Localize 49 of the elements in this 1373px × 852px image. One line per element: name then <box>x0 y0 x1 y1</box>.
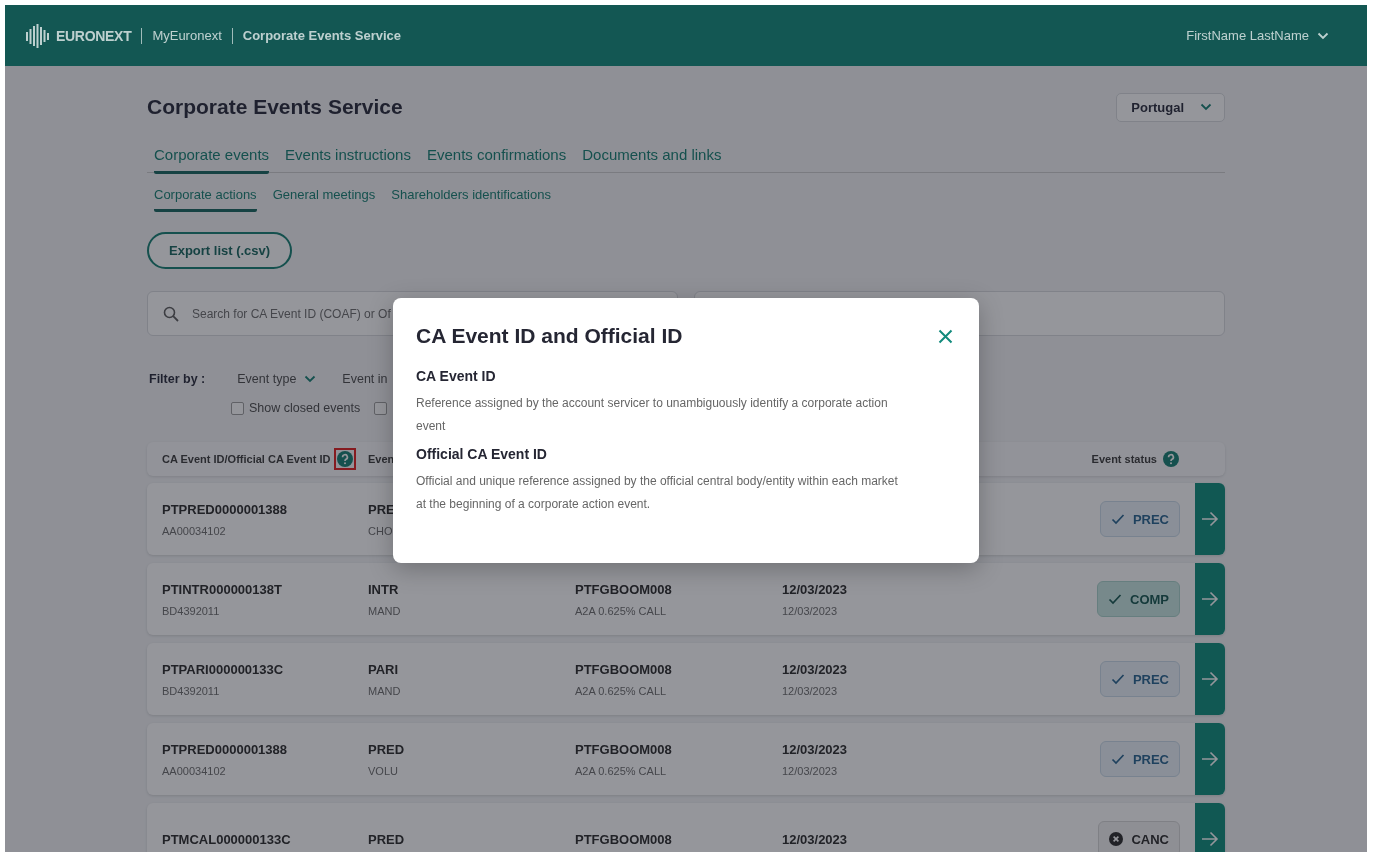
table-cell: PTFGBOOM008 <box>575 831 672 847</box>
table-cell: A2A 0.625% CALL <box>575 684 667 697</box>
status-badge: PREC <box>1099 741 1180 777</box>
table-cell: PARI <box>368 661 399 677</box>
table-cell: PTINTR000000138T <box>162 581 282 597</box>
table-cell: MAND <box>368 684 401 697</box>
status-badge: CANC <box>1098 821 1180 852</box>
table-cell: 12/03/2023 <box>782 764 838 777</box>
table-cell: PTFGBOOM008 <box>575 661 672 677</box>
table-cell: A2A 0.625% CALL <box>575 604 667 617</box>
section-text: Official and unique reference assigned by the official central body/entity within each market at the beginning of a corporate action event. <box>416 473 899 513</box>
column-header: CA Event ID/Official CA Event ID <box>162 453 331 465</box>
section-heading: CA Event ID <box>416 368 497 384</box>
table-cell: A2A 0.625% CALL <box>575 764 667 777</box>
section-heading: Official CA Event ID <box>416 446 548 462</box>
table-cell: 12/03/2023 <box>782 661 848 677</box>
table-cell: INTR <box>368 581 399 597</box>
column-header: Even <box>368 453 395 465</box>
table-cell: PRED <box>368 741 405 757</box>
table-cell: PTFGBOOM008 <box>575 741 672 757</box>
section-text: Reference assigned by the account servicer to unambiguously identify a corporate action event <box>416 395 889 435</box>
modal-title: CA Event ID and Official ID <box>416 324 683 348</box>
table-cell: 12/03/2023 <box>782 831 848 847</box>
status-badge: PREC <box>1099 661 1180 697</box>
checkbox-label: Show closed events <box>249 401 361 415</box>
table-cell: 12/03/2023 <box>782 604 838 617</box>
table-cell: PRE <box>368 501 395 517</box>
table-cell: AA00034102 <box>162 764 226 777</box>
table-cell: 12/03/2023 <box>782 741 848 757</box>
table-cell: PTPRED0000001388 <box>162 741 288 757</box>
table-cell: CHO <box>368 524 393 537</box>
table-cell: BD4392011 <box>162 604 220 617</box>
table-cell: PTPRED0000001388 <box>162 501 288 517</box>
page-title: Corporate Events Service <box>147 95 403 119</box>
table-cell: BD4392011 <box>162 684 220 697</box>
status-badge: PREC <box>1099 501 1180 537</box>
filter-label: Filter by : <box>149 372 206 386</box>
column-header: Event status <box>1091 453 1157 465</box>
logo-text: EURONEXT <box>56 27 132 44</box>
table-cell: 12/03/2023 <box>782 684 838 697</box>
table-cell: PRED <box>368 831 405 847</box>
table-cell: PTMCAL000000133C <box>162 831 291 847</box>
table-cell: PTFGBOOM008 <box>575 581 672 597</box>
table-cell: VOLU <box>368 764 398 777</box>
table-cell: MAND <box>368 604 401 617</box>
table-cell: AA00034102 <box>162 524 226 537</box>
status-badge: COMP <box>1097 581 1180 617</box>
table-cell: PTPARI000000133C <box>162 661 284 677</box>
table-cell: 12/03/2023 <box>782 581 848 597</box>
